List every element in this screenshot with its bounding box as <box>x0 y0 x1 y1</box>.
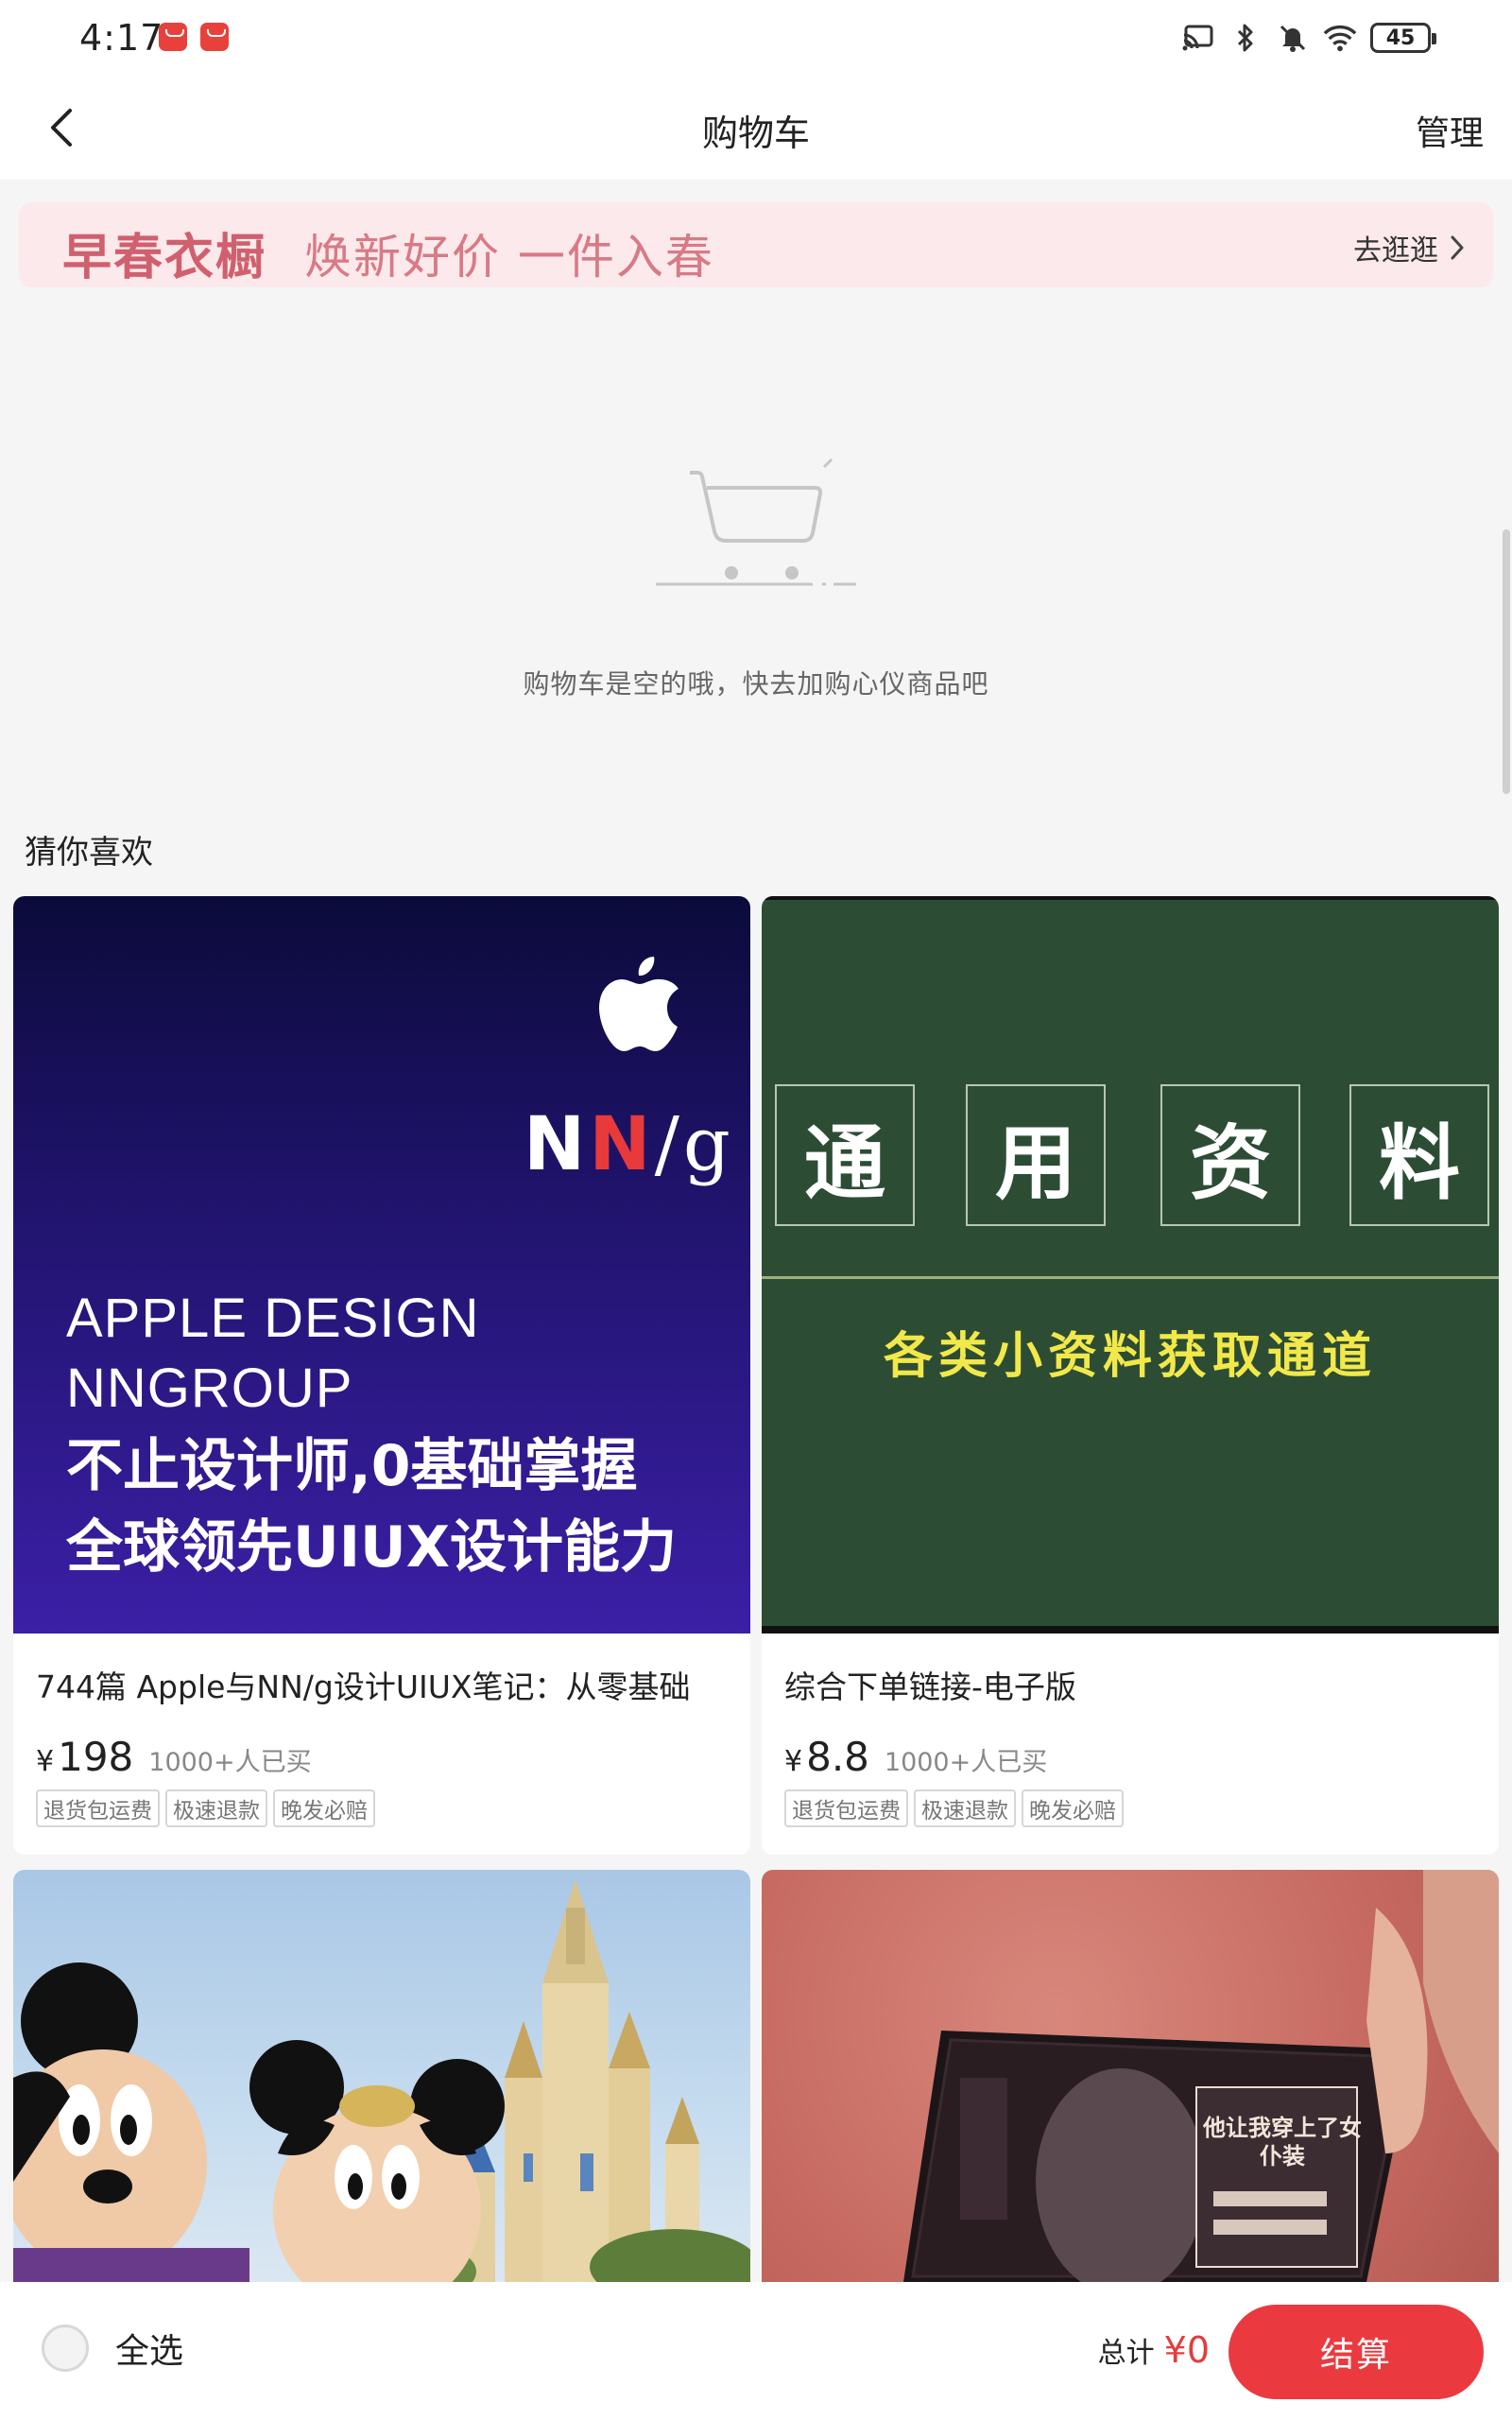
status-time: 4:17 <box>79 17 164 59</box>
price-row: ¥ 198 1000+人已买 <box>36 1734 750 1780</box>
mute-icon <box>1276 21 1310 55</box>
product-card[interactable]: 他让我穿上了女仆装 <box>762 1870 1499 2282</box>
total-value: ¥0 <box>1163 2329 1210 2371</box>
product-card[interactable] <box>13 1870 750 2282</box>
status-bar: 4:17 45 <box>0 0 1512 76</box>
select-all-checkbox[interactable] <box>42 2325 89 2372</box>
product-card[interactable]: NN/g APPLE DESIGN NNGROUP 不止设计师,0基础掌握 全球… <box>13 896 750 1855</box>
service-tag: 退货包运费 <box>784 1789 908 1827</box>
image-cn-line2: 全球领先UIUX设计能力 <box>66 1514 678 1581</box>
product-price: 8.8 <box>806 1734 869 1780</box>
empty-cart-text: 购物车是空的哦，快去加购心仪商品吧 <box>523 668 989 700</box>
sold-count: 1000+人已买 <box>148 1748 312 1777</box>
cast-icon <box>1181 21 1215 55</box>
wifi-icon <box>1323 21 1357 55</box>
image-subtitle: 各类小资料获取通道 <box>883 1328 1377 1385</box>
service-tag: 晚发必赔 <box>273 1789 375 1827</box>
product-image[interactable]: 通 用 资 料 各类小资料获取通道 <box>762 896 1499 1634</box>
price-row: ¥ 8.8 1000+人已买 <box>784 1734 1499 1780</box>
product-card[interactable]: 通 用 资 料 各类小资料获取通道 综合下单链接-电子版 ¥ 8.8 1000+… <box>762 896 1499 1855</box>
image-en-text: APPLE DESIGN NNGROUP <box>66 1284 479 1424</box>
divider <box>762 1276 1499 1279</box>
image-char: 资 <box>1160 1084 1300 1226</box>
promo-link[interactable]: 去逛逛 <box>1353 227 1465 268</box>
image-en-line2: NNGROUP <box>66 1357 353 1419</box>
price-symbol: ¥ <box>784 1745 803 1778</box>
checkout-button[interactable]: 结算 <box>1228 2305 1484 2399</box>
sold-count: 1000+人已买 <box>884 1748 1048 1777</box>
nav-bar: 购物车 管理 <box>0 76 1512 180</box>
scrollbar[interactable] <box>1503 529 1510 794</box>
price-symbol: ¥ <box>36 1745 55 1778</box>
book-illustration <box>903 1870 1499 2282</box>
select-all-label: 全选 <box>115 2332 184 2371</box>
status-icons: 45 <box>1181 19 1436 57</box>
castle-photo[interactable] <box>13 1870 750 2282</box>
total-summary: 总计 ¥0 <box>1098 2329 1210 2371</box>
total-label: 总计 <box>1097 2337 1155 2370</box>
recommend-title: 猜你喜欢 <box>25 834 153 872</box>
image-char: 料 <box>1349 1084 1489 1226</box>
promo-sub-text: 焕新好价 一件入春 <box>304 230 714 285</box>
promo-link-label: 去逛逛 <box>1353 234 1438 268</box>
castle-illustration <box>13 1879 750 2282</box>
promo-main-text: 早春衣橱 <box>62 230 267 286</box>
chevron-right-icon <box>1451 235 1464 260</box>
service-tag: 极速退款 <box>914 1789 1016 1827</box>
service-tag: 晚发必赔 <box>1022 1789 1124 1827</box>
select-all[interactable]: 全选 <box>42 2324 183 2373</box>
product-title: 综合下单链接-电子版 <box>784 1668 1076 1705</box>
page-title: 购物车 <box>701 112 810 154</box>
image-cn-text: 不止设计师,0基础掌握 全球领先UIUX设计能力 <box>66 1426 677 1588</box>
image-char: 用 <box>966 1084 1106 1226</box>
image-en-line1: APPLE DESIGN <box>66 1288 480 1349</box>
app-notification-icon <box>159 23 187 51</box>
nng-logo: NN/g <box>524 1102 734 1187</box>
product-image[interactable]: NN/g APPLE DESIGN NNGROUP 不止设计师,0基础掌握 全球… <box>13 896 750 1634</box>
book-title: 他让我穿上了女仆装 <box>1203 2114 1362 2169</box>
bluetooth-icon <box>1228 21 1263 55</box>
promo-banner[interactable]: 早春衣橱 焕新好价 一件入春 去逛逛 <box>19 202 1493 287</box>
app-notification-icon <box>200 23 229 51</box>
battery-level: 45 <box>1385 26 1416 50</box>
service-tag: 退货包运费 <box>36 1789 160 1827</box>
product-price: 198 <box>58 1734 134 1780</box>
empty-cart-icon <box>656 458 856 586</box>
product-title: 744篇 Apple与NN/g设计UIUX笔记：从零基础 <box>36 1668 691 1705</box>
image-cn-line1: 不止设计师,0基础掌握 <box>66 1433 638 1499</box>
service-tags: 退货包运费 极速退款 晚发必赔 <box>784 1789 1499 1827</box>
manage-button[interactable]: 管理 <box>1416 106 1484 155</box>
apple-logo-icon <box>599 957 679 1051</box>
bottom-bar: 全选 总计 ¥0 结算 <box>0 2282 1512 2420</box>
image-char: 通 <box>775 1084 915 1226</box>
book-photo[interactable]: 他让我穿上了女仆装 <box>762 1870 1499 2282</box>
battery-icon: 45 <box>1370 23 1436 53</box>
service-tags: 退货包运费 极速退款 晚发必赔 <box>36 1789 750 1827</box>
service-tag: 极速退款 <box>165 1789 267 1827</box>
